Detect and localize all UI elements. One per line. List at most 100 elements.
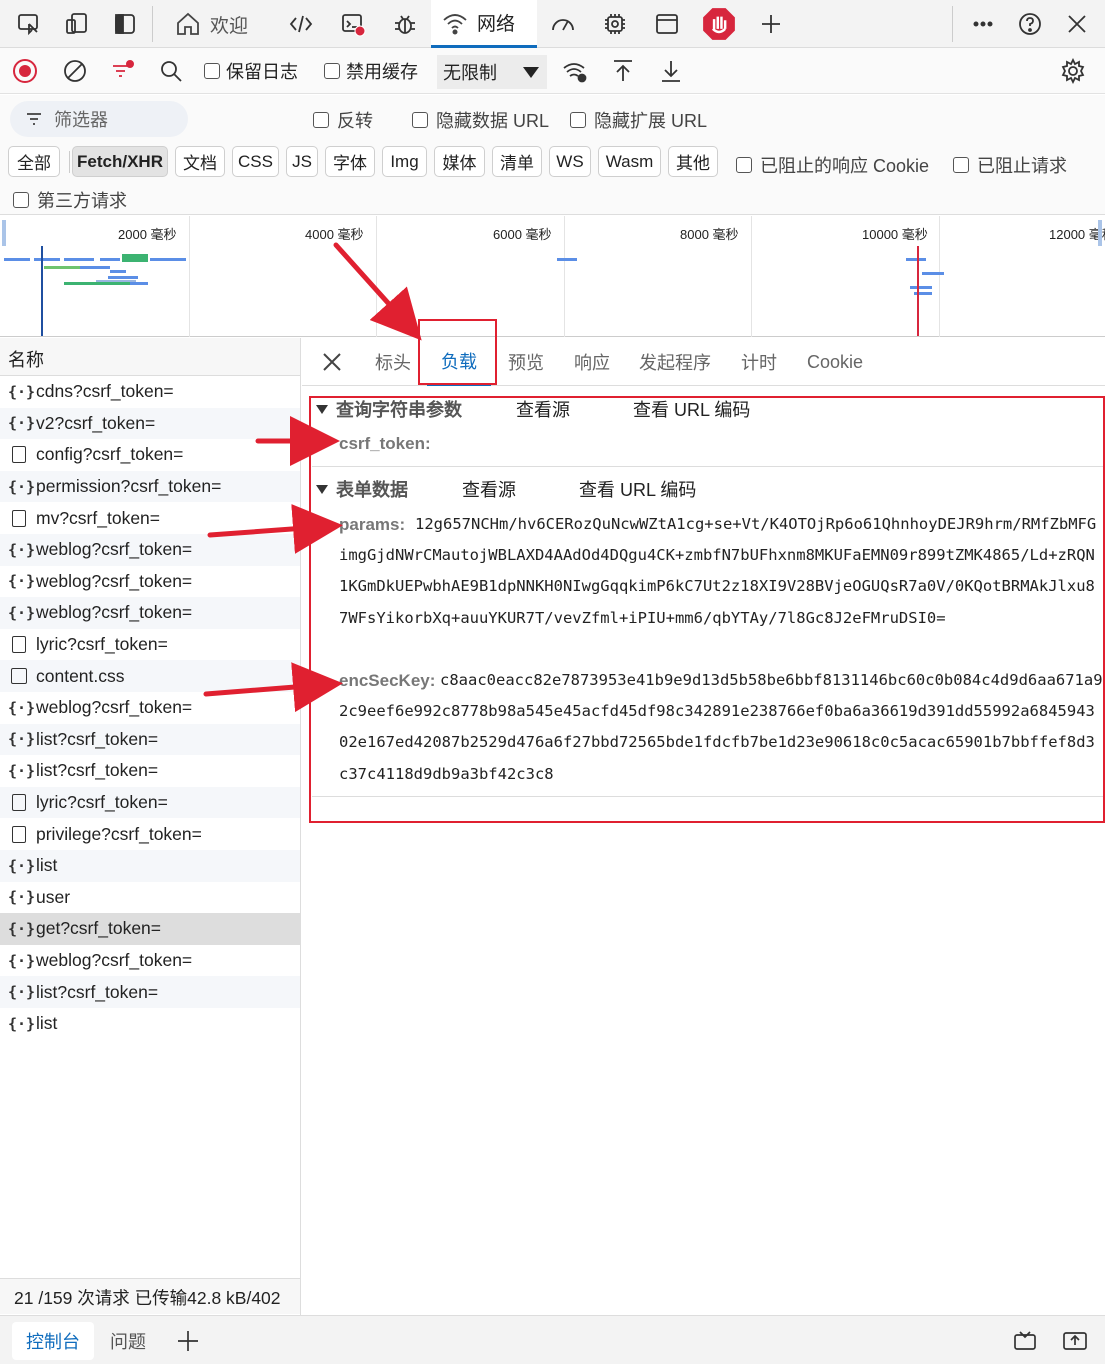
dock-sidebar-icon[interactable] [108, 8, 142, 40]
blocked-cookies-label: 已阻止的响应 Cookie [760, 156, 930, 176]
filter-toggle-button[interactable] [110, 56, 136, 86]
blocked-cookies-option[interactable]: 已阻止的响应 Cookie [736, 152, 929, 178]
clear-button[interactable] [62, 56, 88, 86]
tab-initiator[interactable]: 发起程序 [639, 338, 711, 386]
blocked-cookies-checkbox[interactable] [736, 157, 752, 173]
disable-cache-option[interactable]: 禁用缓存 [324, 56, 418, 86]
drawer-tab-console[interactable]: 控制台 [12, 1322, 94, 1360]
memory-chip-icon[interactable] [598, 8, 632, 40]
console-tab-icon[interactable] [336, 8, 370, 40]
request-row[interactable]: {·} list [0, 1008, 300, 1040]
performance-gauge-icon[interactable] [546, 8, 580, 40]
document-icon [12, 509, 26, 527]
request-row[interactable]: privilege?csrf_token= [0, 818, 300, 850]
application-window-icon[interactable] [650, 8, 684, 40]
hide-extension-urls-checkbox[interactable] [570, 112, 586, 128]
invert-checkbox[interactable] [313, 112, 329, 128]
help-icon[interactable] [1013, 8, 1047, 40]
inspect-element-icon[interactable] [12, 8, 46, 40]
elements-tab-icon[interactable] [284, 8, 318, 40]
tab-timing[interactable]: 计时 [741, 338, 777, 386]
request-row[interactable]: {·} list?csrf_token= [0, 723, 300, 756]
chip-fetch-xhr[interactable]: Fetch/XHR [72, 146, 168, 177]
device-emulation-icon[interactable] [60, 8, 94, 40]
tab-network[interactable]: 网络 [431, 0, 537, 48]
request-row[interactable]: {·} v2?csrf_token= [0, 407, 300, 440]
devtools-tab-bar: 欢迎 网络 [0, 0, 1105, 48]
resource-type-filters: 全部 Fetch/XHR 文档 CSS JS 字体 Img 媒体 清单 WS W… [0, 143, 1105, 215]
blocked-requests-checkbox[interactable] [953, 157, 969, 173]
overview-tick: 6000 毫秒 [493, 227, 552, 242]
chip-manifest[interactable]: 清单 [492, 146, 542, 177]
chip-js[interactable]: JS [286, 146, 318, 177]
debugger-bug-icon[interactable] [388, 8, 422, 40]
preserve-log-checkbox[interactable] [204, 63, 220, 79]
tab-headers[interactable]: 标头 [375, 338, 411, 386]
expand-drawer-icon[interactable] [1061, 1328, 1089, 1354]
close-devtools-icon[interactable] [1060, 8, 1094, 40]
hide-data-urls-checkbox[interactable] [412, 112, 428, 128]
network-conditions-icon[interactable] [562, 56, 588, 86]
blocked-requests-option[interactable]: 已阻止请求 [953, 152, 1067, 178]
request-row[interactable]: {·} permission?csrf_token= [0, 470, 300, 503]
request-row[interactable]: {·} weblog?csrf_token= [0, 566, 300, 598]
request-row[interactable]: {·} user [0, 882, 300, 914]
request-row[interactable]: {·} get?csrf_token= [0, 913, 300, 945]
filter-input[interactable]: 筛选器 [10, 101, 188, 137]
chip-wasm[interactable]: Wasm [598, 146, 661, 177]
chip-img[interactable]: Img [382, 146, 427, 177]
chip-all[interactable]: 全部 [8, 146, 60, 177]
invert-option[interactable]: 反转 [313, 107, 373, 133]
quick-source-icon[interactable] [1011, 1328, 1039, 1354]
tab-preview[interactable]: 预览 [508, 338, 544, 386]
tab-welcome-label: 欢迎 [210, 15, 249, 37]
export-har-icon[interactable] [658, 56, 684, 86]
request-row[interactable]: {·} list?csrf_token= [0, 976, 300, 1008]
hide-extension-urls-option[interactable]: 隐藏扩展 URL [570, 107, 707, 133]
request-row[interactable]: lyric?csrf_token= [0, 786, 300, 819]
request-row[interactable]: {·} weblog?csrf_token= [0, 534, 300, 566]
tab-response[interactable]: 响应 [574, 338, 610, 386]
overview-tick: 12000 毫秒 [1049, 227, 1105, 242]
network-toolbar: 保留日志 禁用缓存 无限制 [0, 48, 1105, 94]
request-row[interactable]: {·} list?csrf_token= [0, 755, 300, 787]
third-party-option[interactable]: 第三方请求 [13, 187, 127, 213]
request-row[interactable]: {·} weblog?csrf_token= [0, 945, 300, 977]
throttling-select[interactable]: 无限制 [437, 55, 547, 89]
disable-cache-checkbox[interactable] [324, 63, 340, 79]
request-row[interactable]: mv?csrf_token= [0, 502, 300, 534]
request-row[interactable]: lyric?csrf_token= [0, 629, 300, 661]
record-button[interactable] [12, 56, 38, 86]
chip-other[interactable]: 其他 [668, 146, 718, 177]
import-har-icon[interactable] [610, 56, 636, 86]
more-options-icon[interactable] [966, 8, 1000, 40]
name-column-header[interactable]: 名称 [0, 338, 300, 376]
stop-hand-extension-icon[interactable] [702, 8, 736, 40]
preserve-log-option[interactable]: 保留日志 [204, 56, 298, 86]
request-row[interactable]: config?csrf_token= [0, 439, 300, 471]
request-row[interactable]: {·} list [0, 850, 300, 882]
chip-css[interactable]: CSS [232, 146, 279, 177]
third-party-checkbox[interactable] [13, 192, 29, 208]
chip-ws[interactable]: WS [549, 146, 591, 177]
request-row[interactable]: {·} cdns?csrf_token= [0, 376, 300, 408]
more-tools-plus-icon[interactable] [754, 8, 788, 40]
blocked-requests-label: 已阻止请求 [977, 156, 1067, 176]
chip-media[interactable]: 媒体 [434, 146, 485, 177]
xhr-icon: {·} [8, 1014, 36, 1033]
request-row[interactable]: {·} weblog?csrf_token= [0, 692, 300, 724]
tab-welcome[interactable]: 欢迎 [164, 0, 258, 48]
drawer-tab-issues[interactable]: 问题 [96, 1322, 160, 1360]
search-icon[interactable] [158, 56, 184, 86]
tab-cookies[interactable]: Cookie [807, 338, 863, 386]
hide-data-urls-option[interactable]: 隐藏数据 URL [412, 107, 549, 133]
close-details-icon[interactable] [320, 350, 344, 374]
request-row[interactable]: {·} weblog?csrf_token= [0, 597, 300, 629]
xhr-icon: {·} [8, 856, 36, 875]
chip-font[interactable]: 字体 [325, 146, 375, 177]
network-settings-gear-icon[interactable] [1060, 56, 1086, 86]
network-overview-timeline[interactable]: 2000 毫秒 4000 毫秒 6000 毫秒 8000 毫秒 10000 毫秒… [0, 216, 1105, 337]
add-drawer-tab-plus-icon[interactable] [174, 1328, 202, 1354]
request-row[interactable]: content.css [0, 660, 300, 692]
chip-doc[interactable]: 文档 [175, 146, 225, 177]
